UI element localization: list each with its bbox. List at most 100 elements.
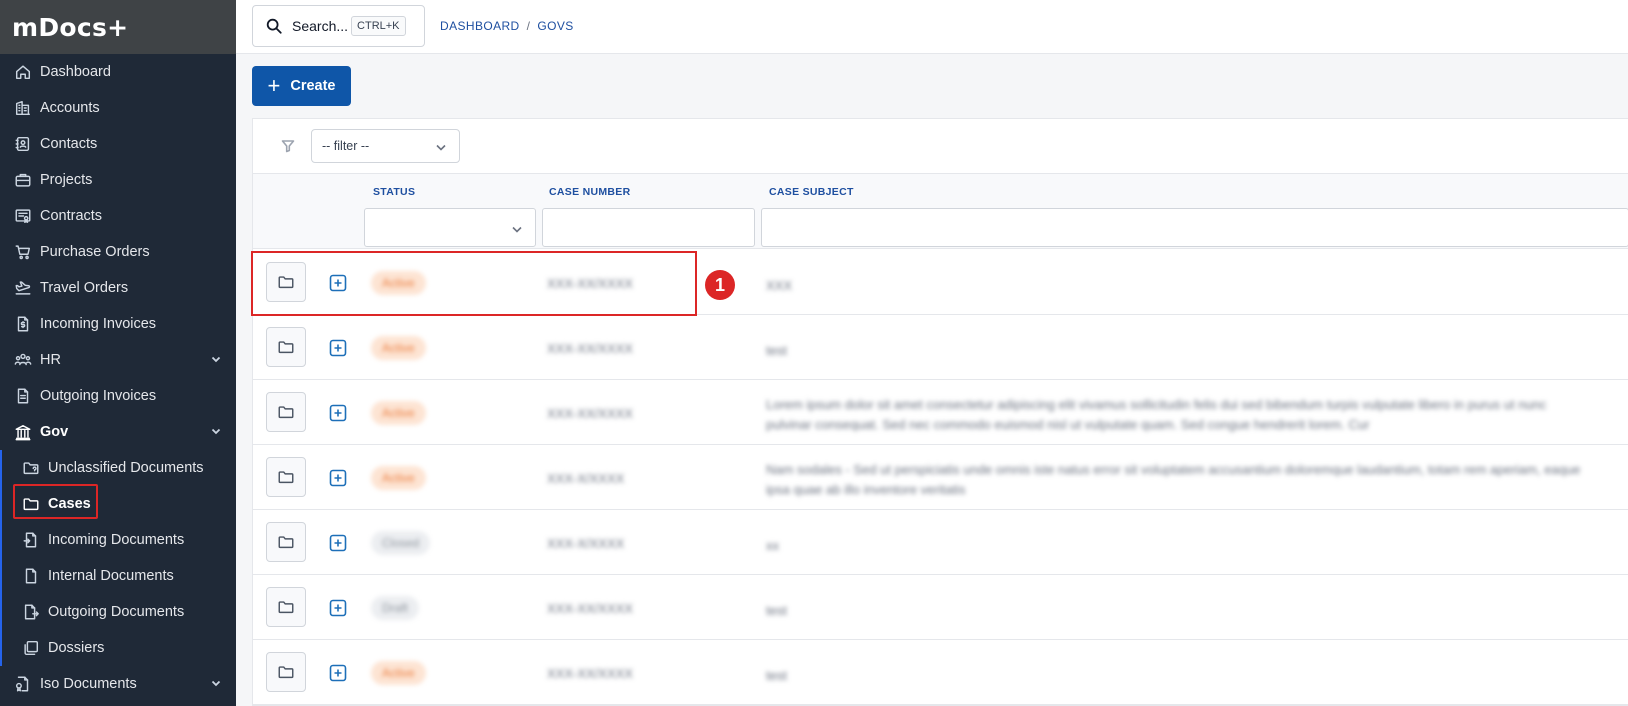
case-number-column-filter[interactable] (542, 208, 755, 247)
open-folder-button[interactable] (266, 522, 306, 562)
sidebar-item-hr[interactable]: HR (0, 342, 236, 378)
case-subject: test (766, 343, 787, 358)
expand-row-button[interactable] (329, 274, 347, 292)
create-button[interactable]: + Create (252, 66, 351, 106)
sidebar-item-contracts[interactable]: Contracts (0, 198, 236, 234)
plus-square-icon (329, 404, 347, 422)
breadcrumb-govs[interactable]: GOVS (537, 19, 573, 33)
sidebar-item-label: Gov (40, 424, 69, 440)
logo-text: mDocs+ (12, 12, 129, 42)
table-row[interactable]: Draft XXX-XX/XXXX test (253, 575, 1628, 640)
sidebar-item-outgoing-invoices[interactable]: Outgoing Invoices (0, 378, 236, 414)
expand-row-button[interactable] (329, 664, 347, 682)
table-row[interactable]: Active XXX-X/XXXX Nam sodales - Sed ut p… (253, 445, 1628, 510)
top-bar: Search... CTRL+K DASHBOARD / GOVS (236, 0, 1628, 54)
folder-question-icon (21, 458, 41, 478)
folder-icon (278, 406, 294, 419)
table-row[interactable]: Active XXX-XX/XXXX test (253, 640, 1628, 705)
sidebar-item-outgoing-documents[interactable]: Outgoing Documents (0, 594, 236, 630)
users-icon (13, 350, 33, 370)
certificate-document-icon (13, 674, 33, 694)
home-icon (13, 62, 33, 82)
open-folder-button[interactable] (266, 587, 306, 627)
expand-row-button[interactable] (329, 404, 347, 422)
expand-row-button[interactable] (329, 469, 347, 487)
sidebar-item-label: Incoming Documents (48, 532, 185, 548)
case-subject: test (766, 603, 787, 618)
sidebar-item-unclassified-documents[interactable]: Unclassified Documents (0, 450, 236, 486)
sidebar: mDocs+ Dashboard Accounts Contacts Proje… (0, 0, 236, 706)
chevron-down-icon[interactable] (210, 425, 222, 437)
sidebar-item-cases[interactable]: Cases (0, 486, 236, 522)
plus-square-icon (329, 274, 347, 292)
chevron-down-icon[interactable] (210, 677, 222, 689)
column-header-status[interactable]: STATUS (373, 186, 415, 198)
sidebar-item-gov[interactable]: Gov (0, 414, 236, 450)
table-row[interactable]: Closed XXX-X/XXXX xx (253, 510, 1628, 575)
open-folder-button[interactable] (266, 262, 306, 302)
open-folder-button[interactable] (266, 652, 306, 692)
status-column-filter[interactable] (364, 208, 536, 247)
document-arrow-in-icon (21, 530, 41, 550)
sidebar-item-label: Contracts (40, 208, 103, 224)
table-header: STATUS CASE NUMBER CASE SUBJECT (253, 174, 1628, 249)
sidebar-item-projects[interactable]: Projects (0, 162, 236, 198)
column-header-case-subject[interactable]: CASE SUBJECT (769, 186, 854, 198)
folder-icon (21, 494, 41, 514)
column-header-case-number[interactable]: CASE NUMBER (549, 186, 630, 198)
sidebar-item-label: Travel Orders (40, 280, 129, 296)
sidebar-item-incoming-documents[interactable]: Incoming Documents (0, 522, 236, 558)
chevron-down-icon (435, 141, 447, 156)
case-number: XXX-XX/XXXX (547, 601, 633, 616)
status-badge: Closed (371, 531, 431, 555)
table-row[interactable]: Active XXX-XX/XXXX test (253, 315, 1628, 380)
sidebar-item-accounts[interactable]: Accounts (0, 90, 236, 126)
plus-square-icon (329, 599, 347, 617)
sidebar-item-purchase-orders[interactable]: Purchase Orders (0, 234, 236, 270)
expand-row-button[interactable] (329, 339, 347, 357)
briefcase-icon (13, 170, 33, 190)
chevron-down-icon (511, 222, 523, 240)
chevron-down-icon[interactable] (210, 353, 222, 365)
sidebar-item-dossiers[interactable]: Dossiers (0, 630, 236, 666)
sidebar-item-label: Projects (40, 172, 93, 188)
sidebar-item-iso-documents[interactable]: Iso Documents (0, 666, 236, 702)
sidebar-item-label: Unclassified Documents (48, 460, 204, 476)
building-icon (13, 98, 33, 118)
status-badge: Active (371, 336, 426, 360)
sidebar-item-label: Dashboard (40, 64, 111, 80)
expand-row-button[interactable] (329, 534, 347, 552)
plane-icon (13, 278, 33, 298)
search-label: Search... (292, 18, 349, 34)
case-subject: xx (766, 538, 779, 553)
sidebar-nav-bottom: Iso Documents (0, 666, 236, 702)
breadcrumb-separator: / (526, 19, 531, 33)
case-subject-column-filter[interactable] (761, 208, 1628, 247)
case-number: XXX-XX/XXXX (547, 666, 633, 681)
search-button[interactable]: Search... CTRL+K (252, 5, 425, 47)
open-folder-button[interactable] (266, 392, 306, 432)
open-folder-button[interactable] (266, 457, 306, 497)
sidebar-item-internal-documents[interactable]: Internal Documents (0, 558, 236, 594)
status-badge: Active (371, 661, 426, 685)
folder-icon (278, 341, 294, 354)
cart-icon (13, 242, 33, 262)
breadcrumb-dashboard[interactable]: DASHBOARD (440, 19, 520, 33)
contact-card-icon (13, 134, 33, 154)
app-logo[interactable]: mDocs+ (0, 0, 236, 54)
filter-select[interactable]: -- filter -- (311, 129, 460, 163)
table-row[interactable]: Active XXX-XX/XXXX Lorem ipsum dolor sit… (253, 380, 1628, 445)
document-icon (21, 566, 41, 586)
expand-row-button[interactable] (329, 599, 347, 617)
open-folder-button[interactable] (266, 327, 306, 367)
sidebar-item-incoming-invoices[interactable]: Incoming Invoices (0, 306, 236, 342)
search-shortcut: CTRL+K (351, 16, 406, 36)
filter-select-value: -- filter -- (322, 139, 370, 153)
sidebar-item-label: Contacts (40, 136, 98, 152)
sidebar-item-dashboard[interactable]: Dashboard (0, 54, 236, 90)
document-arrow-out-icon (21, 602, 41, 622)
folder-icon (278, 536, 294, 549)
table-row[interactable]: Active XXX-XX/XXXX XXX (253, 250, 1628, 315)
sidebar-item-travel-orders[interactable]: Travel Orders (0, 270, 236, 306)
sidebar-item-contacts[interactable]: Contacts (0, 126, 236, 162)
